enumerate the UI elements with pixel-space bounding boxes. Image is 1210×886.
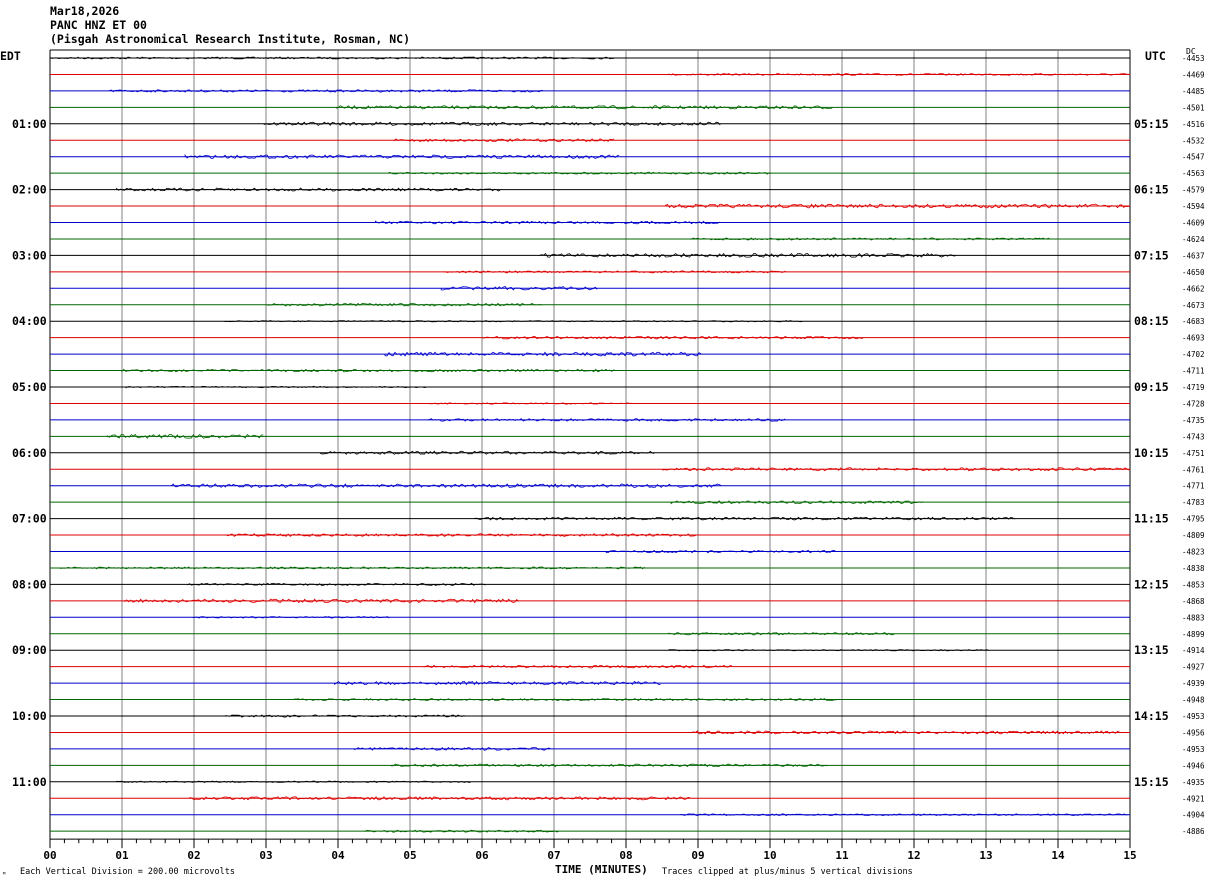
dc-offset-label: -4948 xyxy=(1182,696,1205,705)
dc-offset-label: -4673 xyxy=(1182,301,1205,310)
dc-offset-label: -4751 xyxy=(1182,449,1205,458)
left-hour-label: 07:00 xyxy=(12,512,47,526)
clip-note: Traces clipped at plus/minus 5 vertical … xyxy=(662,867,913,877)
right-hour-label: 05:15 xyxy=(1134,117,1169,131)
x-tick-label: 09 xyxy=(691,849,704,862)
dc-offset-label: -4637 xyxy=(1182,251,1205,260)
trace-noise xyxy=(187,582,486,586)
trace-noise xyxy=(60,566,645,570)
dc-offset-label: -4956 xyxy=(1182,728,1205,737)
trace-noise xyxy=(108,89,544,93)
dc-offset-label: -4662 xyxy=(1182,284,1205,293)
trace-noise xyxy=(482,335,864,340)
dc-offset-label: -4946 xyxy=(1182,761,1205,770)
dc-offset-label: -4914 xyxy=(1182,646,1205,655)
dc-offset-label: -4927 xyxy=(1182,663,1205,672)
right-hour-label: 10:15 xyxy=(1134,446,1169,460)
dc-offset-label: -4693 xyxy=(1182,334,1205,343)
dc-offset-label: -4728 xyxy=(1182,399,1205,408)
dc-offset-label: -4532 xyxy=(1182,136,1205,145)
vertical-division-note: Each Vertical Division = 200.00 microvol… xyxy=(20,867,235,877)
dc-offset-label: -4719 xyxy=(1182,383,1205,392)
dc-offset-label: -4761 xyxy=(1182,465,1205,474)
x-axis-label: TIME (MINUTES) xyxy=(555,863,648,876)
left-hour-label: 10:00 xyxy=(12,709,47,723)
dc-offset-label: -4809 xyxy=(1182,531,1205,540)
right-hour-label: 14:15 xyxy=(1134,709,1169,723)
x-tick-label: 12 xyxy=(907,849,920,862)
dc-offset-label: -4743 xyxy=(1182,432,1205,441)
dc-offset-label: -4594 xyxy=(1182,202,1205,211)
right-hour-label: 08:15 xyxy=(1134,314,1169,328)
dc-offset-label: -4453 xyxy=(1182,54,1205,63)
x-tick-label: 03 xyxy=(259,849,272,862)
left-hour-label: 09:00 xyxy=(12,643,47,657)
x-tick-label: 11 xyxy=(835,849,849,862)
dc-offset-label: -4650 xyxy=(1182,268,1205,277)
left-hour-label: 04:00 xyxy=(12,314,47,328)
x-tick-label: 15 xyxy=(1123,849,1136,862)
dc-offset-label: -4921 xyxy=(1182,794,1205,803)
dc-offset-label: -4547 xyxy=(1182,153,1205,162)
dc-offset-label: -4899 xyxy=(1182,630,1205,639)
dc-offset-label: -4624 xyxy=(1182,235,1205,244)
dc-offset-label: -4853 xyxy=(1182,580,1205,589)
right-hour-label: 12:15 xyxy=(1134,577,1169,591)
right-hour-label: 06:15 xyxy=(1134,183,1169,197)
dc-offset-label: -4883 xyxy=(1182,613,1205,622)
corner-mark: ᴹ xyxy=(2,871,7,879)
dc-offset-label: -4935 xyxy=(1182,778,1205,787)
dc-offset-label: -4501 xyxy=(1182,103,1205,112)
left-hour-label: 05:00 xyxy=(12,380,47,394)
dc-offset-label: -4886 xyxy=(1182,827,1205,836)
right-hour-label: 13:15 xyxy=(1134,643,1169,657)
dc-offset-label: -4563 xyxy=(1182,169,1205,178)
x-tick-label: 05 xyxy=(403,849,416,862)
right-hour-label: 09:15 xyxy=(1134,380,1169,394)
x-tick-label: 14 xyxy=(1051,849,1065,862)
x-tick-label: 01 xyxy=(115,849,129,862)
right-hour-label: 11:15 xyxy=(1134,512,1169,526)
trace-noise xyxy=(690,237,1050,241)
dc-offset-label: -4868 xyxy=(1182,597,1205,606)
trace-noise xyxy=(426,418,786,422)
dc-offset-label: -4904 xyxy=(1182,811,1205,820)
left-hour-label: 02:00 xyxy=(12,183,47,197)
dc-offset-label: -4953 xyxy=(1182,745,1205,754)
dc-offset-label: -4711 xyxy=(1182,367,1205,376)
x-tick-label: 13 xyxy=(979,849,992,862)
x-tick-label: 06 xyxy=(475,849,489,862)
dc-offset-label: -4702 xyxy=(1182,350,1205,359)
seismogram-plot: 00 01 02 03 04 05 06 07 08 09 10 11 12 13 14 15 01:00 02:… xyxy=(12,49,1205,862)
x-tick-label: 10 xyxy=(763,849,776,862)
dc-offset-label: -4838 xyxy=(1182,564,1205,573)
dc-offset-label: -4953 xyxy=(1182,712,1205,721)
right-hour-label: 07:15 xyxy=(1134,248,1169,262)
dc-offset-label: -4469 xyxy=(1182,70,1205,79)
dc-offset-label: -4771 xyxy=(1182,482,1205,491)
x-tick-label: 08 xyxy=(619,849,632,862)
left-hour-label: 03:00 xyxy=(12,248,47,262)
dc-offset-label: -4783 xyxy=(1182,498,1205,507)
dc-offset-label: -4579 xyxy=(1182,186,1205,195)
left-hour-label: 08:00 xyxy=(12,577,47,591)
left-hour-label: 11:00 xyxy=(12,775,47,789)
dc-offset-label: -4735 xyxy=(1182,416,1205,425)
x-tick-label: 04 xyxy=(331,849,345,862)
dc-offset-label: -4485 xyxy=(1182,87,1205,96)
left-hour-label: 01:00 xyxy=(12,117,47,131)
dc-offset-label: -4823 xyxy=(1182,548,1205,557)
dc-offset-label: -4683 xyxy=(1182,317,1205,326)
x-tick-label: 02 xyxy=(187,849,200,862)
dc-offset-label: -4516 xyxy=(1182,120,1205,129)
dc-offset-label: -4939 xyxy=(1182,679,1205,688)
trace-noise xyxy=(121,368,616,373)
x-tick-label: 07 xyxy=(547,849,560,862)
dc-offset-label: -4609 xyxy=(1182,219,1205,228)
x-tick-label: 00 xyxy=(43,849,56,862)
dc-offset-label: -4795 xyxy=(1182,515,1205,524)
left-hour-label: 06:00 xyxy=(12,446,47,460)
right-hour-label: 15:15 xyxy=(1134,775,1169,789)
